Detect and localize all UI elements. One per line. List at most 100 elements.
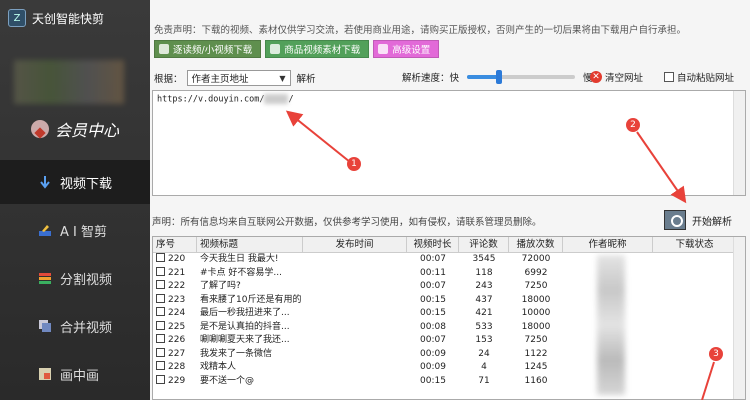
- cell-no[interactable]: 229: [153, 374, 197, 389]
- col-header-time[interactable]: 发布时间: [303, 237, 407, 252]
- col-header-title[interactable]: 视频标题: [197, 237, 303, 252]
- cell-duration: 00:08: [420, 321, 446, 332]
- video-icon: [159, 44, 169, 54]
- cell-no[interactable]: 224: [153, 307, 197, 321]
- cell-status: [653, 253, 737, 267]
- table-header: 序号 视频标题 发布时间 视频时长 评论数 播放次数 作者昵称 下载状态: [153, 237, 745, 253]
- row-checkbox[interactable]: [156, 253, 165, 262]
- cell-no[interactable]: 226: [153, 334, 197, 348]
- cell-plays: 6992: [524, 267, 548, 278]
- speed-slider[interactable]: [467, 70, 576, 84]
- col-header-no[interactable]: 序号: [153, 237, 197, 252]
- cell-time: [303, 348, 407, 362]
- sidebar-item-label: A I 智剪: [60, 224, 107, 240]
- cell-no[interactable]: 220: [153, 253, 197, 267]
- table-row[interactable]: 221 #卡点 好不容易学... 00:11 118 6992: [153, 266, 745, 281]
- product-video-download-button[interactable]: 商品视频素材下载: [265, 40, 370, 58]
- sidebar-item-video-download[interactable]: 视频下载: [0, 160, 150, 204]
- disclaimer-text: 免责声明：下载的视频、素材仅供学习交流，若使用商业用途，请购买正版授权，否则产生…: [154, 25, 687, 36]
- cell-comments: 71: [478, 375, 490, 386]
- row-checkbox[interactable]: [156, 374, 165, 384]
- row-checkbox[interactable]: [156, 293, 165, 303]
- cell-plays: 1245: [524, 362, 548, 372]
- cell-title: 唰唰唰夏天来了我还...: [200, 335, 290, 345]
- cell-no[interactable]: 225: [153, 320, 197, 335]
- speed-control: 解析速度：快 慢: [402, 70, 593, 84]
- cell-title: 是不是认真拍的抖音...: [200, 321, 290, 332]
- col-header-status[interactable]: 下载状态: [653, 237, 737, 252]
- row-checkbox[interactable]: [156, 334, 165, 343]
- auto-paste-checkbox[interactable]: 自动粘贴网址: [664, 70, 734, 84]
- sidebar-item-label: 合并视频: [60, 320, 113, 336]
- mode-select[interactable]: 作者主页地址 ▼: [186, 70, 291, 86]
- cell-plays: 1160: [524, 375, 548, 386]
- advanced-settings-button[interactable]: 高级设置: [373, 40, 440, 58]
- speed-slider-thumb[interactable]: [496, 70, 503, 84]
- wand-icon: [378, 44, 389, 54]
- row-number: 225: [168, 321, 186, 332]
- download-arrow-icon: [40, 176, 50, 189]
- mode-label: 根据：: [154, 74, 183, 85]
- short-video-download-button[interactable]: 逐读频/小视频下载: [154, 40, 262, 58]
- col-header-author[interactable]: 作者昵称: [563, 237, 653, 252]
- sidebar-item-split-video[interactable]: 分割视频: [0, 256, 150, 300]
- url-blurred-part: [264, 94, 289, 104]
- row-number: 220: [168, 254, 186, 264]
- cell-no[interactable]: 228: [153, 361, 197, 375]
- cell-time: [303, 307, 407, 321]
- checkbox-box[interactable]: [664, 72, 674, 82]
- member-center-button[interactable]: 会员中心: [0, 112, 150, 146]
- cell-plays: 72000: [521, 254, 551, 264]
- cell-no[interactable]: 223: [153, 293, 197, 308]
- cell-comments: 243: [475, 281, 493, 291]
- row-checkbox[interactable]: [156, 320, 165, 330]
- cell-no[interactable]: 227: [153, 347, 197, 362]
- table-scrollbar[interactable]: [733, 237, 745, 399]
- row-checkbox[interactable]: [156, 347, 165, 357]
- table-row[interactable]: 220 今天我生日 我最大! 00:07 3545 72000: [153, 253, 745, 267]
- sidebar-item-merge-video[interactable]: 合并视频: [0, 304, 150, 348]
- cell-time: [303, 280, 407, 294]
- button-label: 高级设置: [392, 45, 431, 56]
- table-body: 220 今天我生日 我最大! 00:07 3545 72000 221 #卡点 好不容易学.…: [153, 253, 745, 388]
- table-row[interactable]: 223 看来腰了10斤还是有用的 00:15 437 18000: [153, 293, 745, 308]
- table-row[interactable]: 222 了解了吗? 00:07 243 7250: [153, 280, 745, 294]
- cell-comments: 118: [475, 267, 493, 278]
- row-checkbox[interactable]: [156, 307, 165, 316]
- cell-time: [303, 334, 407, 348]
- cell-plays: 7250: [524, 335, 548, 345]
- cell-comments: 24: [478, 348, 490, 359]
- button-label: 逐读频/小视频下载: [173, 45, 253, 56]
- table-row[interactable]: 227 我发来了一条微信 00:09 24 1122: [153, 347, 745, 362]
- url-input[interactable]: https://v.douyin.com/ /: [152, 90, 746, 196]
- table-row[interactable]: 228 戏精本人 00:09 4 1245: [153, 361, 745, 375]
- sidebar-item-ai-edit[interactable]: A I 智剪: [0, 208, 150, 252]
- table-row[interactable]: 225 是不是认真拍的抖音... 00:08 533 18000: [153, 320, 745, 335]
- sidebar-item-label: 分割视频: [60, 272, 113, 288]
- col-header-duration[interactable]: 视频时长: [407, 237, 459, 252]
- video-table: 序号 视频标题 发布时间 视频时长 评论数 播放次数 作者昵称 下载状态 220…: [152, 236, 746, 400]
- url-suffix: /: [288, 94, 294, 105]
- table-row[interactable]: 229 要不送一个@ 00:15 71 1160: [153, 374, 745, 389]
- url-scrollbar[interactable]: [733, 91, 745, 195]
- row-number: 229: [168, 375, 186, 386]
- table-row[interactable]: 224 最后一秒我扭进来了... 00:15 421 10000: [153, 307, 745, 321]
- clear-url-label: 清空网址: [605, 73, 644, 84]
- button-label: 商品视频素材下载: [284, 45, 361, 56]
- cell-duration: 00:15: [420, 375, 446, 386]
- row-checkbox[interactable]: [156, 266, 165, 276]
- col-header-comments[interactable]: 评论数: [459, 237, 509, 252]
- row-checkbox[interactable]: [156, 280, 165, 289]
- sidebar-item-picture-in-picture[interactable]: 画中画: [0, 352, 150, 396]
- cell-status: [653, 307, 737, 321]
- cell-no[interactable]: 221: [153, 266, 197, 281]
- clear-url-button[interactable]: ✕ 清空网址: [590, 70, 643, 84]
- row-number: 224: [168, 308, 186, 318]
- col-header-plays[interactable]: 播放次数: [509, 237, 563, 252]
- app-title: 天创智能快剪: [32, 11, 105, 26]
- product-icon: [270, 44, 281, 54]
- cell-no[interactable]: 222: [153, 280, 197, 294]
- row-checkbox[interactable]: [156, 361, 165, 370]
- table-row[interactable]: 226 唰唰唰夏天来了我还... 00:07 153 7250: [153, 334, 745, 348]
- start-parse-button[interactable]: 开始解析: [664, 208, 746, 232]
